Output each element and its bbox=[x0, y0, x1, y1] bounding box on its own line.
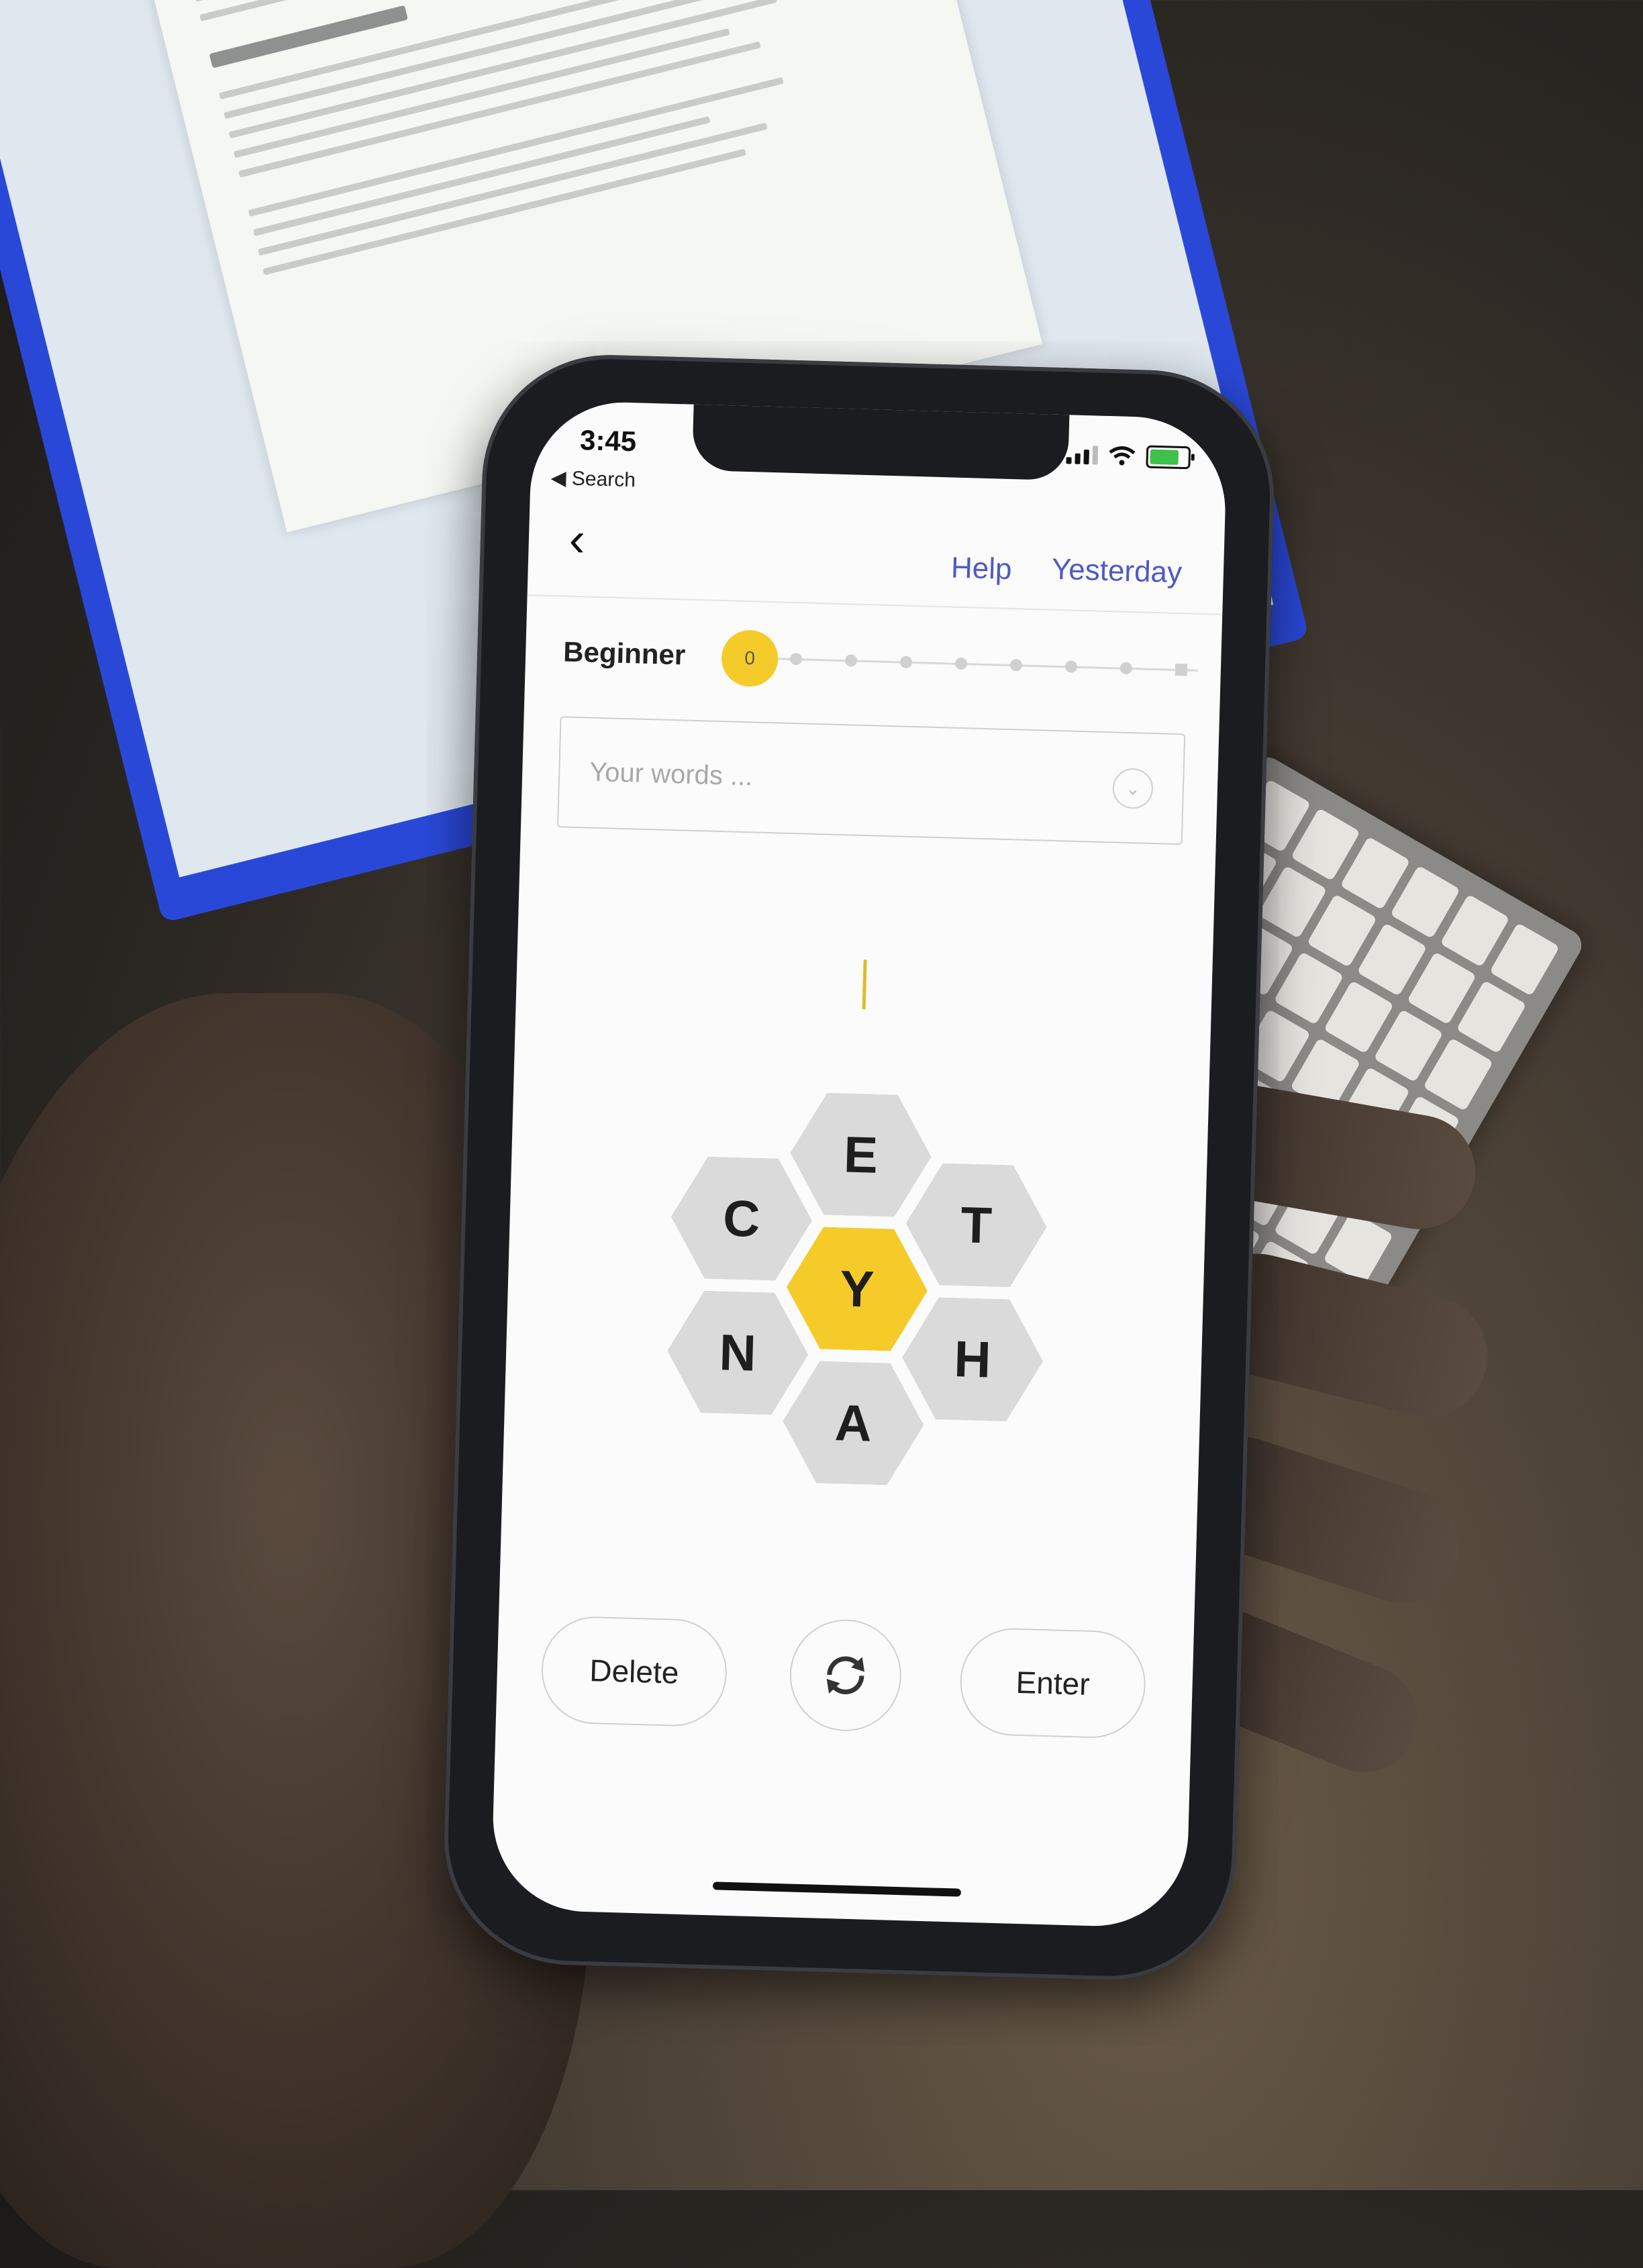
progress-step bbox=[789, 652, 803, 666]
text-caret bbox=[862, 960, 867, 1010]
rank-row: Beginner 0 bbox=[562, 622, 1198, 700]
progress-step bbox=[1009, 658, 1023, 672]
controls-row: Delete Enter bbox=[495, 1607, 1194, 1747]
enter-button[interactable]: Enter bbox=[958, 1627, 1147, 1740]
hive-cell-bottom[interactable]: A bbox=[781, 1360, 926, 1486]
rank-label: Beginner bbox=[562, 635, 686, 671]
hive-cell-top-left[interactable]: C bbox=[669, 1155, 813, 1282]
help-link[interactable]: Help bbox=[950, 551, 1012, 586]
hive-cell-top-right[interactable]: T bbox=[904, 1162, 1048, 1288]
progress-step bbox=[1119, 662, 1133, 675]
wifi-icon bbox=[1109, 446, 1136, 466]
hive-cell-top[interactable]: E bbox=[789, 1092, 933, 1218]
progress-step bbox=[844, 654, 858, 667]
status-back-to-app[interactable]: ◀ Search bbox=[550, 466, 636, 493]
score-badge: 0 bbox=[720, 629, 779, 688]
yesterday-link[interactable]: Yesterday bbox=[1051, 553, 1182, 590]
cellular-signal-icon bbox=[1066, 445, 1099, 465]
hive-cell-bottom-left[interactable]: N bbox=[666, 1290, 810, 1416]
status-icons bbox=[1066, 443, 1191, 470]
progress-step bbox=[899, 656, 913, 668]
hive-cell-center[interactable]: Y bbox=[785, 1226, 929, 1352]
battery-icon bbox=[1146, 445, 1191, 470]
nav-bar: ‹ Help Yesterday bbox=[527, 493, 1226, 615]
progress-final-step bbox=[1175, 663, 1188, 676]
hive-cell-bottom-right[interactable]: H bbox=[901, 1296, 1045, 1423]
rank-progress: 0 bbox=[720, 627, 1205, 701]
delete-button[interactable]: Delete bbox=[540, 1615, 729, 1728]
back-chevron-icon[interactable]: ‹ bbox=[568, 513, 586, 567]
progress-step bbox=[1064, 660, 1078, 673]
status-time: 3:45 bbox=[579, 423, 637, 458]
phone-notch bbox=[691, 403, 1070, 481]
phone-screen: 3:45 ◀ Search ‹ Help Yesterday Beginner bbox=[490, 399, 1228, 1929]
found-words-dropdown[interactable]: Your words ... ⌄ bbox=[556, 716, 1186, 845]
chevron-down-icon[interactable]: ⌄ bbox=[1112, 768, 1154, 809]
found-words-placeholder: Your words ... bbox=[589, 757, 753, 792]
progress-step bbox=[954, 657, 968, 670]
shuffle-button[interactable] bbox=[788, 1618, 903, 1733]
letter-hive: E T H A N C Y bbox=[656, 1088, 1057, 1502]
word-input[interactable] bbox=[515, 950, 1212, 1030]
home-indicator[interactable] bbox=[712, 1882, 962, 1897]
phone-device: 3:45 ◀ Search ‹ Help Yesterday Beginner bbox=[440, 351, 1278, 1984]
shuffle-icon bbox=[826, 1656, 865, 1694]
